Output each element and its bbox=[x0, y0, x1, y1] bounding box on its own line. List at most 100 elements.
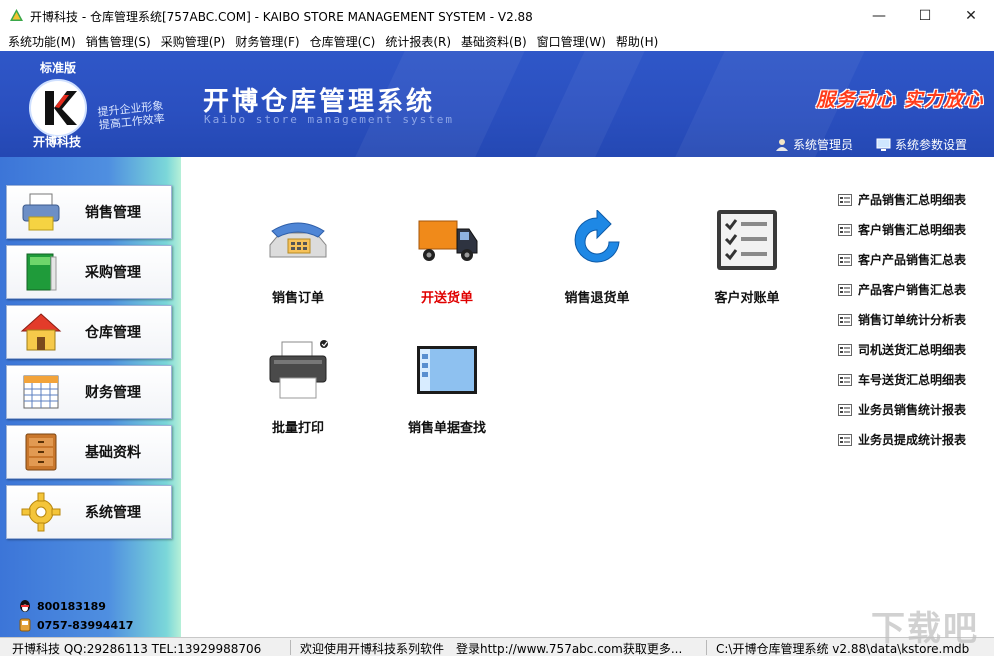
menu-system[interactable]: 系统功能(M) bbox=[5, 33, 83, 50]
laser-printer-icon bbox=[263, 335, 333, 405]
sidebar-item-finance[interactable]: 财务管理 bbox=[6, 365, 172, 419]
tile-sales-order[interactable]: 销售订单 bbox=[238, 205, 358, 306]
report-table-icon bbox=[838, 404, 852, 416]
report-table-icon bbox=[838, 314, 852, 326]
tile-batch-print[interactable]: 批量打印 bbox=[238, 335, 358, 436]
tile-document-search[interactable]: 销售单据查找 bbox=[387, 335, 507, 436]
menu-purchase[interactable]: 采购管理(P) bbox=[158, 33, 233, 50]
report-link[interactable]: 业务员销售统计报表 bbox=[838, 401, 966, 418]
tile-label: 销售退货单 bbox=[537, 287, 657, 306]
report-link[interactable]: 车号送货汇总明细表 bbox=[838, 371, 966, 388]
report-link[interactable]: 产品销售汇总明细表 bbox=[838, 191, 966, 208]
close-button[interactable]: ✕ bbox=[948, 0, 994, 31]
report-label: 业务员提成统计报表 bbox=[858, 431, 966, 448]
report-link[interactable]: 产品客户销售汇总表 bbox=[838, 281, 966, 298]
tile-label: 销售单据查找 bbox=[387, 417, 507, 436]
report-label: 司机送货汇总明细表 bbox=[858, 341, 966, 358]
sidebar-item-warehouse[interactable]: 仓库管理 bbox=[6, 305, 172, 359]
tile-label: 批量打印 bbox=[238, 417, 358, 436]
report-label: 客户产品销售汇总表 bbox=[858, 251, 966, 268]
checklist-icon bbox=[712, 205, 782, 275]
house-icon bbox=[19, 310, 63, 354]
telephone-icon bbox=[263, 205, 333, 275]
slogan: 提升企业形象 提高工作效率 bbox=[97, 99, 165, 132]
logo-company-name: 开博科技 bbox=[33, 133, 81, 150]
user-link-label: 系统管理员 bbox=[793, 136, 853, 153]
tile-label: 销售订单 bbox=[238, 287, 358, 306]
green-book-icon bbox=[19, 250, 63, 294]
sidebar-item-system[interactable]: 系统管理 bbox=[6, 485, 172, 539]
sidebar-item-sales[interactable]: 销售管理 bbox=[6, 185, 172, 239]
qq-number: 800183189 bbox=[37, 600, 106, 613]
sidebar: 销售管理 采购管理 仓库管理 bbox=[0, 157, 181, 637]
report-table-icon bbox=[838, 434, 852, 446]
title-bar: 开博科技 - 仓库管理系统[757ABC.COM] - KAIBO STORE … bbox=[0, 0, 994, 31]
report-link[interactable]: 司机送货汇总明细表 bbox=[838, 341, 966, 358]
status-login-link[interactable]: 登录http://www.757abc.com获取更多... bbox=[456, 640, 682, 656]
user-link[interactable]: 系统管理员 bbox=[775, 136, 853, 153]
status-bar: 开博科技 QQ:29286113 TEL:13929988706 欢迎使用开博科… bbox=[0, 637, 994, 656]
system-subtitle: Kaibo store management system bbox=[204, 113, 454, 126]
tile-sales-return[interactable]: 销售退货单 bbox=[537, 205, 657, 306]
sidebar-item-label: 基础资料 bbox=[85, 442, 141, 462]
menu-sales[interactable]: 销售管理(S) bbox=[83, 33, 158, 50]
maximize-button[interactable]: ☐ bbox=[902, 0, 948, 31]
sidebar-item-label: 仓库管理 bbox=[85, 322, 141, 342]
report-table-icon bbox=[838, 284, 852, 296]
minimize-button[interactable]: — bbox=[856, 0, 902, 31]
user-icon bbox=[775, 138, 789, 152]
tile-customer-statement[interactable]: 客户对账单 bbox=[687, 205, 807, 306]
phone-number: 0757-83994417 bbox=[37, 619, 133, 632]
qq-contact: 800183189 bbox=[18, 599, 106, 613]
header-banner: 标准版 开博科技 提升企业形象 提高工作效率 开博仓库管理系统 Kaibo st… bbox=[0, 51, 994, 157]
report-label: 客户销售汇总明细表 bbox=[858, 221, 966, 238]
gear-icon bbox=[19, 490, 63, 534]
settings-link-label: 系统参数设置 bbox=[895, 136, 967, 153]
app-window: 开博科技 - 仓库管理系统[757ABC.COM] - KAIBO STORE … bbox=[0, 0, 994, 656]
report-label: 车号送货汇总明细表 bbox=[858, 371, 966, 388]
report-link[interactable]: 客户销售汇总明细表 bbox=[838, 221, 966, 238]
tile-delivery-note[interactable]: 开送货单 bbox=[387, 205, 507, 306]
menu-window[interactable]: 窗口管理(W) bbox=[534, 33, 613, 50]
report-table-icon bbox=[838, 254, 852, 266]
report-label: 业务员销售统计报表 bbox=[858, 401, 966, 418]
report-table-icon bbox=[838, 224, 852, 236]
report-link[interactable]: 业务员提成统计报表 bbox=[838, 431, 966, 448]
sidebar-item-label: 采购管理 bbox=[85, 262, 141, 282]
menu-bar: 系统功能(M) 销售管理(S) 采购管理(P) 财务管理(F) 仓库管理(C) … bbox=[0, 31, 994, 51]
report-link[interactable]: 销售订单统计分析表 bbox=[838, 311, 966, 328]
report-table-icon bbox=[838, 374, 852, 386]
menu-finance[interactable]: 财务管理(F) bbox=[232, 33, 306, 50]
report-table-icon bbox=[838, 194, 852, 206]
sidebar-item-purchase[interactable]: 采购管理 bbox=[6, 245, 172, 299]
motto-text: 服务动心 实力放心 bbox=[816, 85, 984, 112]
settings-link[interactable]: 系统参数设置 bbox=[876, 136, 967, 153]
sidebar-item-basic-data[interactable]: 基础资料 bbox=[6, 425, 172, 479]
report-label: 销售订单统计分析表 bbox=[858, 311, 966, 328]
refresh-arrow-icon bbox=[562, 205, 632, 275]
printer-icon bbox=[19, 190, 63, 234]
report-label: 产品销售汇总明细表 bbox=[858, 191, 966, 208]
edition-label: 标准版 bbox=[40, 59, 76, 76]
sidebar-item-label: 财务管理 bbox=[85, 382, 141, 402]
tile-label: 客户对账单 bbox=[687, 287, 807, 306]
company-logo bbox=[29, 79, 87, 137]
report-table-icon bbox=[838, 344, 852, 356]
status-welcome: 欢迎使用开博科技系列软件 bbox=[300, 640, 444, 656]
menu-reports[interactable]: 统计报表(R) bbox=[382, 33, 458, 50]
qq-penguin-icon bbox=[18, 599, 32, 613]
watermark: 下载吧 bbox=[862, 600, 988, 650]
cabinet-icon bbox=[19, 430, 63, 474]
monitor-icon bbox=[876, 138, 891, 152]
menu-warehouse[interactable]: 仓库管理(C) bbox=[307, 33, 383, 50]
phone-icon bbox=[18, 618, 32, 632]
app-logo-icon bbox=[9, 8, 24, 23]
main-panel: 销售订单 开送货单 销售退货单 bbox=[181, 157, 994, 637]
window-list-icon bbox=[412, 335, 482, 405]
menu-basic-data[interactable]: 基础资料(B) bbox=[458, 33, 534, 50]
k-logo-icon bbox=[31, 81, 85, 135]
menu-help[interactable]: 帮助(H) bbox=[613, 33, 665, 50]
truck-icon bbox=[412, 205, 482, 275]
report-link[interactable]: 客户产品销售汇总表 bbox=[838, 251, 966, 268]
tile-label: 开送货单 bbox=[387, 287, 507, 306]
